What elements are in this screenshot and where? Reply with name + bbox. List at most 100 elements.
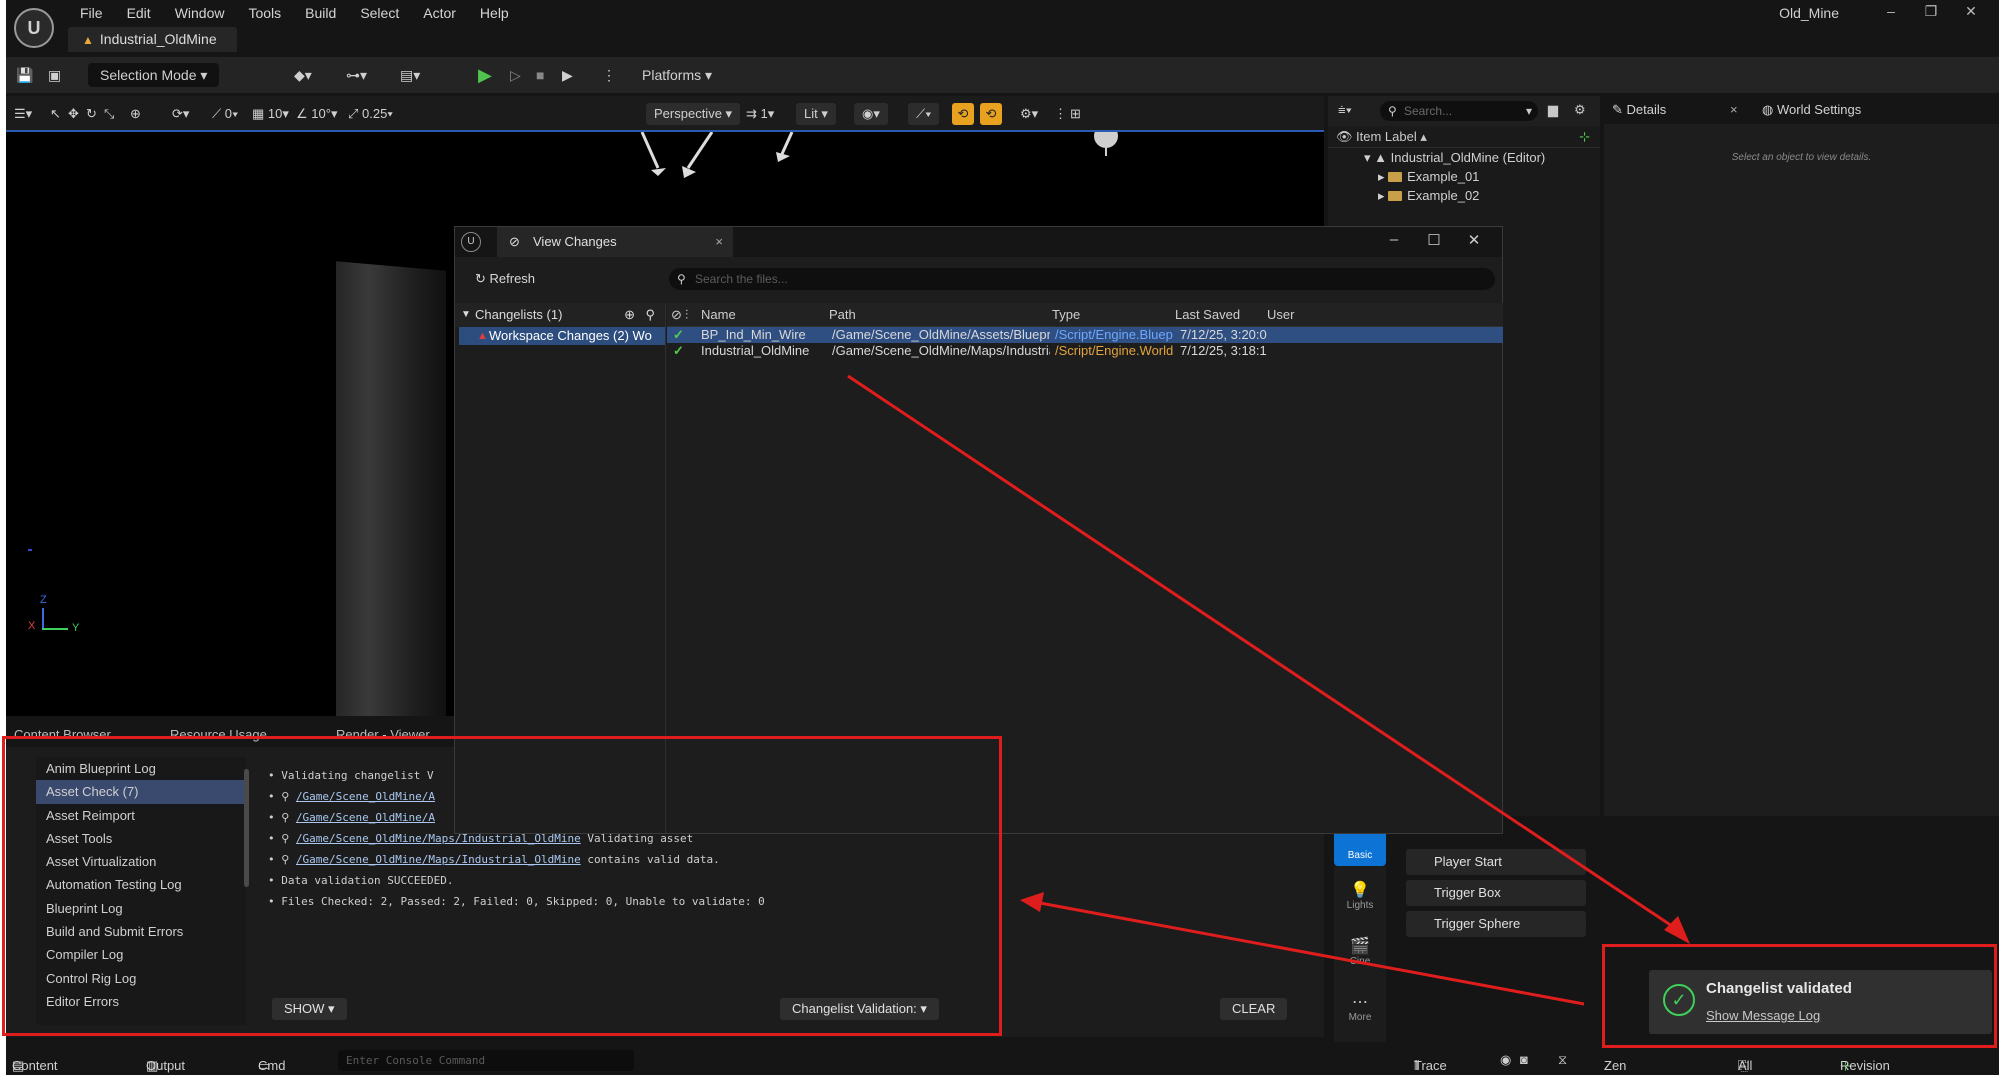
file-row[interactable]: ✓ Industrial_OldMine /Game/Scene_OldMine… <box>667 343 1503 359</box>
step-icon[interactable]: ▷ <box>510 63 521 87</box>
camera-speed-value: 1▾ <box>760 106 775 121</box>
translate-icon[interactable]: ✥ <box>68 103 79 125</box>
cinematics-icon[interactable]: ▤▾ <box>400 63 420 87</box>
menu-build[interactable]: Build <box>293 2 348 24</box>
game-view-icon[interactable]: ⟲ <box>952 103 974 125</box>
maximize-icon[interactable]: ☐ <box>1414 231 1454 249</box>
outliner-folder-row[interactable]: ▸ Example_01 <box>1328 167 1600 186</box>
visibility-icon[interactable]: 👁 <box>1336 126 1353 148</box>
outliner-folder-row[interactable]: ▸ Example_02 <box>1328 186 1600 205</box>
save-icon[interactable]: 💾 <box>16 63 33 87</box>
platforms-dropdown[interactable]: Platforms ▾ <box>642 63 712 87</box>
unreal-logo-icon: U <box>461 232 481 252</box>
changelists-header[interactable]: ▼ Changelists (1) ⊕ ⚲ <box>455 303 665 327</box>
immersive-icon[interactable]: ⟲ <box>980 103 1002 125</box>
selection-mode-dropdown[interactable]: Selection Mode ▾ <box>88 63 220 87</box>
place-lights-tab[interactable]: 💡 Lights <box>1334 880 1386 911</box>
layout-icon[interactable]: ⊞ <box>1070 103 1081 125</box>
level-icon: ▲ <box>82 33 94 47</box>
expand-icon: ▾ ▲ <box>1364 150 1391 165</box>
refresh-label: Refresh <box>489 271 536 286</box>
source-icon[interactable]: ⫶ <box>685 303 688 327</box>
show-dropdown-icon[interactable]: ◉▾ <box>854 103 888 125</box>
file-row[interactable]: ✓ BP_Ind_Min_Wire /Game/Scene_OldMine/As… <box>667 327 1503 343</box>
tab-details[interactable]: ✎ Details <box>1612 96 1666 124</box>
place-item-player-start[interactable]: Player Start <box>1406 849 1586 875</box>
col-path[interactable]: Path <box>829 303 856 327</box>
console-input[interactable]: Enter Console Command <box>338 1050 634 1071</box>
col-user[interactable]: User <box>1267 303 1294 327</box>
world-local-icon[interactable]: ⊕ <box>130 103 141 125</box>
grid-snap[interactable]: ▦ 10▾ <box>252 103 289 125</box>
check-column-icon[interactable]: ⊘ <box>671 303 682 327</box>
realtime-icon[interactable]: ⟋▾ <box>908 103 940 125</box>
camera-speed[interactable]: ⇉ 1▾ <box>746 103 774 125</box>
files-search-input[interactable]: ⚲ Search the files... <box>669 268 1495 290</box>
outliner-root-row[interactable]: ▾ ▲ Industrial_OldMine (Editor) <box>1328 148 1600 167</box>
warning-icon: ▲ <box>477 330 488 342</box>
more-options-icon[interactable]: ⋮ <box>602 63 616 87</box>
transform-menu-icon[interactable]: ☰▾ <box>14 103 32 125</box>
close-icon[interactable]: ✕ <box>1951 0 1991 22</box>
place-item-trigger-sphere[interactable]: Trigger Sphere <box>1406 911 1586 937</box>
add-folder-icon[interactable]: ▆ <box>1548 102 1558 118</box>
level-tab[interactable]: ▲ Industrial_OldMine <box>68 27 237 52</box>
content-icon[interactable]: ▣ <box>48 63 61 87</box>
menu-window[interactable]: Window <box>163 2 237 24</box>
snap-toggle[interactable]: ⟋ 0▾ <box>212 103 238 125</box>
add-actor-icon[interactable]: ◆▾ <box>294 63 312 87</box>
files-table-header: ⊘ ⫶ Name Path Type Last Saved User <box>667 303 1503 327</box>
rotate-icon[interactable]: ↻ <box>86 103 97 125</box>
outliner-search[interactable]: ⚲ Search... ▾ <box>1380 101 1538 121</box>
minimize-icon[interactable]: – <box>1374 231 1414 249</box>
menu-select[interactable]: Select <box>348 2 411 24</box>
eject-icon[interactable]: ▶ <box>562 63 573 87</box>
clear-button[interactable]: CLEAR <box>1220 998 1288 1020</box>
surface-snap-icon[interactable]: ⟳▾ <box>172 103 189 125</box>
place-cine-tab[interactable]: 🎬 Cine <box>1334 936 1386 967</box>
menu-actor[interactable]: Actor <box>411 2 468 24</box>
menu-help[interactable]: Help <box>468 2 521 24</box>
menu-tools[interactable]: Tools <box>236 2 293 24</box>
menu-file[interactable]: File <box>68 2 115 24</box>
record-icon[interactable]: ◉ <box>1500 1052 1511 1068</box>
refresh-button[interactable]: ↻ Refresh <box>475 271 535 287</box>
col-last-saved[interactable]: Last Saved <box>1175 303 1240 327</box>
outliner-root-label: Industrial_OldMine (Editor) <box>1390 150 1546 165</box>
hourglass-icon[interactable]: ⧖ <box>1558 1052 1567 1068</box>
add-changelist-icon[interactable]: ⊕ <box>624 303 635 327</box>
settings-icon[interactable]: ⚙▾ <box>1020 103 1038 125</box>
scale-icon[interactable]: ⤡ <box>104 103 114 125</box>
content-drawer-label: Content Drawer <box>12 1058 58 1075</box>
restore-icon[interactable]: ❐ <box>1911 0 1951 22</box>
blueprint-icon[interactable]: ⊶▾ <box>346 63 367 87</box>
close-icon[interactable]: ✕ <box>1454 231 1494 249</box>
view-changes-tab[interactable]: ⊘ View Changes × <box>497 227 733 257</box>
outliner-column-header[interactable]: 👁 Item Label ▴ ⊹ <box>1328 126 1600 148</box>
stop-icon[interactable]: ■ <box>536 63 544 87</box>
col-type[interactable]: Type <box>1052 303 1080 327</box>
perspective-dropdown[interactable]: Perspective ▾ <box>646 103 741 125</box>
search-icon[interactable]: ⚲ <box>645 303 655 327</box>
rotation-snap[interactable]: ∠ 10°▾ <box>296 103 337 125</box>
tab-world-settings-label: World Settings <box>1776 102 1862 117</box>
gear-icon[interactable]: ⚙ <box>1574 102 1586 118</box>
workspace-changes-row[interactable]: ▲ Workspace Changes (2) Wo <box>459 327 665 345</box>
play-icon[interactable]: ▶ <box>478 63 492 87</box>
place-item-trigger-box[interactable]: Trigger Box <box>1406 880 1586 906</box>
place-more-tab[interactable]: ⋯ More <box>1334 992 1386 1023</box>
lit-dropdown[interactable]: Lit ▾ <box>796 103 836 125</box>
close-icon[interactable]: × <box>1730 96 1738 124</box>
viewport-options-icon[interactable]: ⋮ <box>1054 103 1067 125</box>
scale-snap[interactable]: ⤢ 0.25▾ <box>348 103 393 125</box>
unreal-logo-icon[interactable]: U <box>14 8 54 48</box>
file-type: /Script/Engine.World <box>1055 343 1173 358</box>
screenshot-icon[interactable]: ◙ <box>1520 1052 1528 1067</box>
menu-edit[interactable]: Edit <box>115 2 163 24</box>
select-icon[interactable]: ↖ <box>50 103 61 125</box>
filter-icon[interactable]: ⩧▾ <box>1338 102 1352 118</box>
minimize-icon[interactable]: – <box>1871 0 1911 22</box>
col-name[interactable]: Name <box>701 303 736 327</box>
tab-world-settings[interactable]: ◍ World Settings <box>1762 96 1861 124</box>
close-icon[interactable]: × <box>715 227 723 257</box>
